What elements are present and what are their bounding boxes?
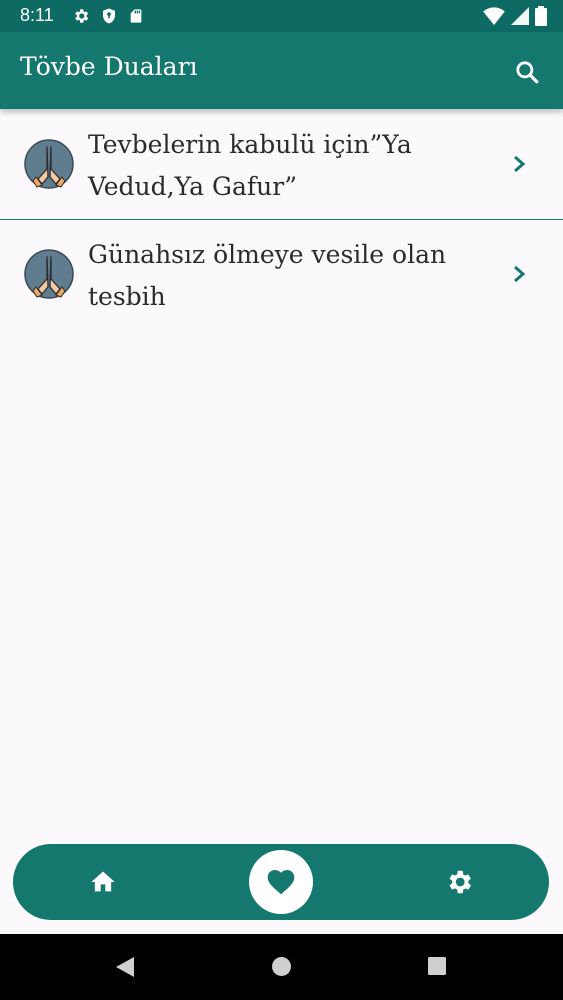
home-circle-icon[interactable] <box>271 956 292 977</box>
page-title: Tövbe Duaları <box>20 52 198 81</box>
signal-icon <box>511 7 529 25</box>
search-button[interactable] <box>511 56 543 88</box>
battery-icon <box>535 6 547 26</box>
app-bar: Tövbe Duaları <box>0 32 563 109</box>
nav-settings-button[interactable] <box>429 852 489 912</box>
shield-status-icon <box>103 8 115 24</box>
sd-card-status-icon <box>130 9 142 23</box>
chevron-right-icon <box>514 155 526 173</box>
status-time: 8:11 <box>20 5 54 25</box>
status-system-icons <box>483 6 547 26</box>
nav-favorites-button[interactable] <box>249 850 313 914</box>
nav-home-button[interactable] <box>73 852 133 912</box>
list-item[interactable]: Tevbelerin kabulü için”Ya Vedud,Ya Gafur… <box>0 110 563 220</box>
back-icon[interactable] <box>114 956 136 978</box>
recents-icon[interactable] <box>427 956 447 976</box>
praying-hands-icon <box>24 139 74 189</box>
search-icon <box>516 61 539 84</box>
status-bar: 8:11 <box>0 0 563 32</box>
list-item-label: Tevbelerin kabulü için”Ya Vedud,Ya Gafur… <box>88 130 412 201</box>
list-item-label: Günahsız ölmeye vesile olan tesbih <box>88 240 447 311</box>
heart-icon <box>267 870 295 895</box>
system-nav-bar <box>0 934 563 1000</box>
wifi-icon <box>483 7 505 25</box>
list-item[interactable]: Günahsız ölmeye vesile olan tesbih <box>0 220 563 329</box>
dua-list: Tevbelerin kabulü için”Ya Vedud,Ya Gafur… <box>0 110 563 329</box>
bottom-nav <box>13 844 549 920</box>
home-icon <box>91 871 115 892</box>
gear-status-icon <box>75 9 89 23</box>
praying-hands-icon <box>24 249 74 299</box>
settings-icon <box>449 870 471 894</box>
status-notification-icons <box>72 7 144 25</box>
chevron-right-icon <box>514 265 526 283</box>
